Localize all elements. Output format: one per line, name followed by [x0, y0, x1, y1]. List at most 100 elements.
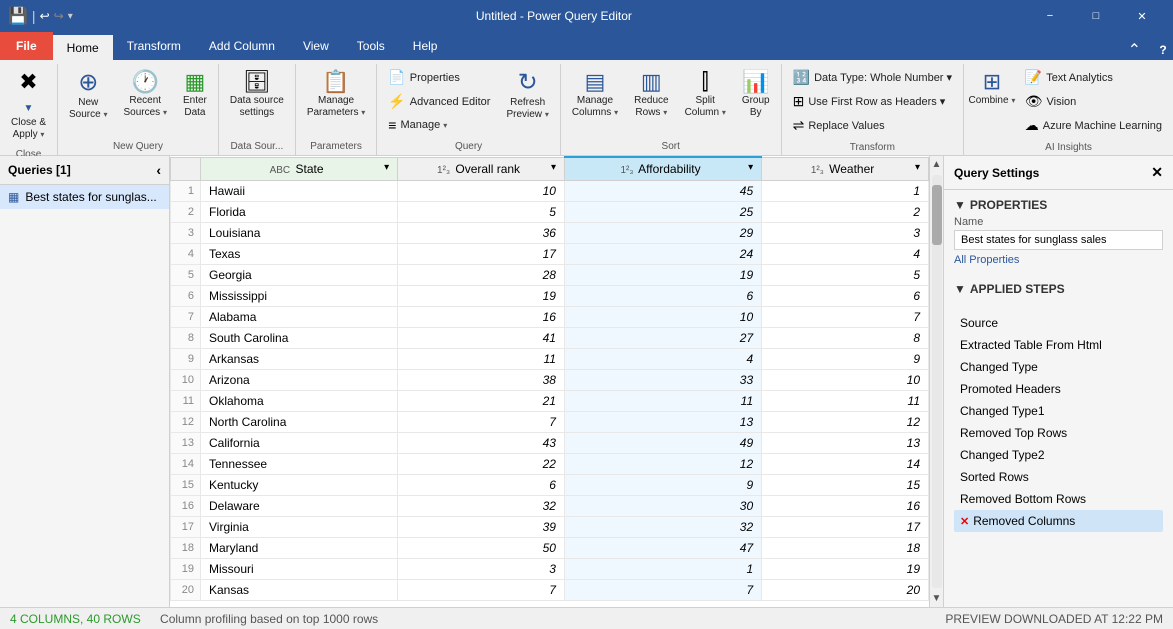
refresh-preview-button[interactable]: ↻ RefreshPreview ▾ — [499, 66, 555, 124]
columns-group-content: ▤ ManageColumns ▾ ▥ ReduceRows ▾ ⫿ Split… — [565, 66, 777, 138]
manage-icon: ≡ — [388, 117, 396, 133]
data-source-group-content: 🗄 Data sourcesettings — [223, 66, 291, 138]
applied-step-item[interactable]: Changed Type — [954, 356, 1163, 378]
properties-button[interactable]: 📄 Properties — [381, 66, 497, 89]
table-container[interactable]: ABC State ▾ 1²₃ Overall rank ▾ 1²₃ Affor… — [170, 156, 929, 607]
cell-affordability: 49 — [564, 433, 761, 454]
cell-state: Georgia — [201, 265, 398, 286]
advanced-editor-label: Advanced Editor — [410, 96, 491, 108]
data-type-button[interactable]: 🔢 Data Type: Whole Number ▾ — [786, 66, 959, 89]
profiling-label: Column profiling based on top 1000 rows — [160, 612, 378, 626]
applied-step-item[interactable]: Extracted Table From Html — [954, 334, 1163, 356]
vision-button[interactable]: 👁 Vision — [1018, 90, 1169, 113]
help-button[interactable]: ? — [1153, 40, 1173, 60]
cell-state: California — [201, 433, 398, 454]
content-area: ABC State ▾ 1²₃ Overall rank ▾ 1²₃ Affor… — [170, 156, 929, 607]
status-bar: 4 COLUMNS, 40 ROWS Column profiling base… — [0, 607, 1173, 629]
split-column-button[interactable]: ⫿ SplitColumn ▾ — [678, 66, 733, 122]
state-col-dropdown[interactable]: ▾ — [384, 162, 389, 173]
applied-step-item[interactable]: Changed Type1 — [954, 400, 1163, 422]
columns-group-label: Sort — [565, 138, 777, 155]
data-source-settings-button[interactable]: 🗄 Data sourcesettings — [223, 66, 291, 122]
query-settings-panel: Query Settings ✕ ▼ PROPERTIES Name All P… — [943, 156, 1173, 607]
manage-button[interactable]: ≡ Manage ▾ — [381, 114, 497, 136]
properties-section-title: ▼ PROPERTIES — [954, 198, 1163, 212]
maximize-button[interactable]: □ — [1073, 0, 1119, 32]
col-header-state[interactable]: ABC State ▾ — [201, 157, 398, 181]
split-column-label: SplitColumn ▾ — [685, 95, 726, 119]
cell-overall: 7 — [398, 412, 565, 433]
enter-data-button[interactable]: ▦ EnterData — [176, 66, 214, 122]
applied-step-item[interactable]: Removed Bottom Rows⚙ — [954, 488, 1163, 510]
text-analytics-button[interactable]: 📝 Text Analytics — [1018, 66, 1169, 89]
applied-step-item[interactable]: ✕Removed Columns — [954, 510, 1163, 532]
sidebar-collapse-icon[interactable]: ‹ — [156, 162, 161, 178]
step-label: Promoted Headers — [960, 382, 1061, 396]
ribbon-group-transform: 🔢 Data Type: Whole Number ▾ ⊞ Use First … — [782, 64, 964, 155]
cell-state: Maryland — [201, 538, 398, 559]
row-number: 2 — [171, 202, 201, 223]
table-row: 16 Delaware 32 30 16 — [171, 496, 929, 517]
cell-overall: 10 — [398, 181, 565, 202]
cell-weather: 16 — [762, 496, 929, 517]
close-window-button[interactable]: ✕ — [1119, 0, 1165, 32]
window-controls[interactable]: − □ ✕ — [1027, 0, 1165, 32]
applied-step-item[interactable]: Sorted Rows — [954, 466, 1163, 488]
query-settings-close-icon[interactable]: ✕ — [1151, 164, 1163, 181]
query-name-input[interactable] — [954, 230, 1163, 250]
col-state-label: State — [296, 162, 324, 176]
recent-sources-button[interactable]: 🕐 RecentSources ▾ — [117, 66, 174, 122]
tab-home[interactable]: Home — [53, 32, 113, 60]
cell-affordability: 4 — [564, 349, 761, 370]
scroll-thumb[interactable] — [932, 185, 942, 245]
cell-weather: 4 — [762, 244, 929, 265]
ribbon-collapse-icon[interactable]: ⌃ — [1124, 40, 1145, 60]
sidebar-item-best-states[interactable]: ▦ Best states for sunglas... — [0, 185, 169, 209]
vertical-scrollbar[interactable]: ▲ ▼ — [929, 156, 943, 607]
manage-parameters-button[interactable]: 📋 ManageParameters ▾ — [300, 66, 372, 122]
col-header-overall[interactable]: 1²₃ Overall rank ▾ — [398, 157, 565, 181]
col-header-affordability[interactable]: 1²₃ Affordability ▾ — [564, 157, 761, 181]
cell-affordability: 24 — [564, 244, 761, 265]
applied-step-item[interactable]: Removed Top Rows⚙ — [954, 422, 1163, 444]
table-row: 18 Maryland 50 47 18 — [171, 538, 929, 559]
advanced-editor-button[interactable]: ⚡ Advanced Editor — [381, 90, 497, 113]
applied-step-item[interactable]: Promoted Headers⚙ — [954, 378, 1163, 400]
manage-columns-button[interactable]: ▤ ManageColumns ▾ — [565, 66, 625, 122]
col-header-weather[interactable]: 1²₃ Weather ▾ — [762, 157, 929, 181]
applied-step-item[interactable]: Changed Type2 — [954, 444, 1163, 466]
table-row: 20 Kansas 7 7 20 — [171, 580, 929, 601]
all-properties-link[interactable]: All Properties — [954, 254, 1019, 266]
ribbon-group-query: 📄 Properties ⚡ Advanced Editor ≡ Manage … — [377, 64, 561, 155]
new-source-button[interactable]: ⊕ NewSource ▾ — [62, 66, 114, 124]
tab-tools[interactable]: Tools — [343, 32, 399, 60]
recent-sources-icon: 🕐 — [132, 71, 159, 93]
tab-help[interactable]: Help — [399, 32, 452, 60]
combine-button[interactable]: ⊞ Combine ▾ — [968, 66, 1016, 110]
minimize-button[interactable]: − — [1027, 0, 1073, 32]
parameters-group-label: Parameters — [300, 138, 372, 155]
tab-add-column[interactable]: Add Column — [195, 32, 289, 60]
row-number: 12 — [171, 412, 201, 433]
row-number: 5 — [171, 265, 201, 286]
tab-file[interactable]: File — [0, 32, 53, 60]
tab-transform[interactable]: Transform — [113, 32, 195, 60]
weather-col-dropdown[interactable]: ▾ — [915, 162, 920, 173]
use-first-row-label: Use First Row as Headers ▾ — [808, 95, 945, 108]
row-number: 17 — [171, 517, 201, 538]
use-first-row-button[interactable]: ⊞ Use First Row as Headers ▾ — [786, 90, 959, 113]
group-by-button[interactable]: 📊 GroupBy — [735, 66, 777, 122]
data-type-icon: 🔢 — [793, 69, 810, 86]
azure-ml-button[interactable]: ☁ Azure Machine Learning — [1018, 114, 1169, 137]
tab-view[interactable]: View — [289, 32, 343, 60]
overall-col-dropdown[interactable]: ▾ — [551, 162, 556, 173]
replace-values-button[interactable]: ⇌ Replace Values — [786, 114, 959, 137]
step-x-icon: ✕ — [960, 515, 969, 528]
cell-state: Texas — [201, 244, 398, 265]
affordability-col-dropdown[interactable]: ▾ — [748, 162, 753, 173]
close-apply-button[interactable]: ✖▼ Close &Apply ▾ — [4, 66, 53, 144]
new-query-group-label: New Query — [62, 138, 214, 155]
applied-step-item[interactable]: Source — [954, 312, 1163, 334]
reduce-rows-button[interactable]: ▥ ReduceRows ▾ — [627, 66, 675, 122]
scroll-track[interactable] — [932, 175, 942, 588]
